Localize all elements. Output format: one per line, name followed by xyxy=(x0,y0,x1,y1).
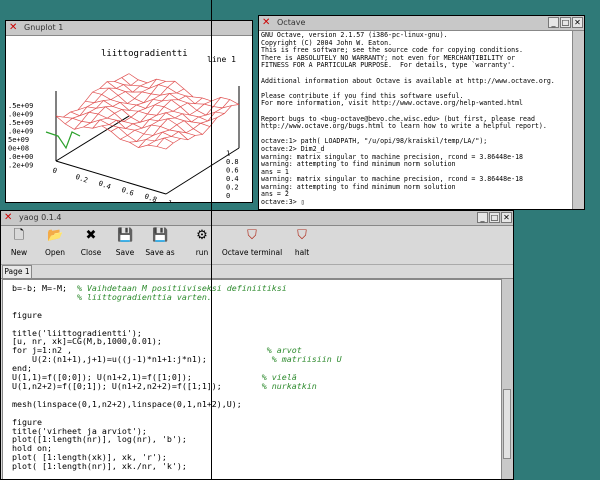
new-button[interactable]: 🗋 New xyxy=(6,228,32,262)
octave-window-title: Octave xyxy=(277,18,306,27)
x-tick-label: 0.6 xyxy=(120,186,135,198)
open-button[interactable]: 📂 Open xyxy=(41,228,69,262)
x-tick-label: 1 xyxy=(166,199,173,202)
gnuplot-window: ✕ Gnuplot 1 liittogradientti .5e+09.0e+0… xyxy=(5,20,253,203)
y-tick-label: .0e+00 xyxy=(8,153,33,161)
yaog-titlebar[interactable]: ✕ yaog 0.1.4 _ □ ✕ xyxy=(1,211,513,226)
code-line: U(2:(n1+1),j+1)=u((j-1)*n1+1:j*n1); % ma… xyxy=(12,355,342,364)
mesh-line xyxy=(156,99,231,147)
floppy-disk-icon: 💾 xyxy=(117,228,134,243)
x-tick-label: 0.2 xyxy=(74,173,89,185)
depth-tick-label: 0 xyxy=(226,192,230,200)
plot-title: liittogradientti xyxy=(101,49,188,59)
y-tick-label: .5e+09 xyxy=(8,119,33,127)
code-statement: U(1,n2+2)=f([0;1]); U(n1+2,n2+2)=f([1;1]… xyxy=(12,380,262,391)
halt-icon: ⛉ xyxy=(297,228,307,243)
terminal-line: Additional information about Octave is a… xyxy=(261,76,555,85)
terminal-line: warning: attempting to find minimum norm… xyxy=(261,160,456,169)
code-comment: % nurkatkin xyxy=(261,380,317,391)
terminal-line: FITNESS FOR A PARTICULAR PURPOSE. For de… xyxy=(261,61,516,70)
run-button[interactable]: ⚙ run xyxy=(191,228,213,262)
y-tick-label: 5e+09 xyxy=(8,136,29,144)
code-comment: % liittogradienttia varten. xyxy=(76,291,212,302)
save-button[interactable]: 💾 Save xyxy=(112,228,138,262)
depth-tick-label: 0.4 xyxy=(226,175,239,183)
x-tick-label: 0.4 xyxy=(97,179,112,191)
code-editor[interactable]: b=-b; M=-M; % Vaihdetaan M positiiviseks… xyxy=(2,279,502,479)
code-statement xyxy=(12,292,77,302)
depth-tick-label: 1 xyxy=(226,150,230,158)
x-tick-label: 0 xyxy=(51,166,58,175)
depth-tick-label: 0.6 xyxy=(226,167,239,175)
y-tick-label: 0e+08 xyxy=(8,145,29,153)
mesh-line xyxy=(114,81,225,116)
minimize-button[interactable]: _ xyxy=(477,212,488,223)
maximize-button[interactable]: □ xyxy=(560,17,571,28)
depth-tick-label: 0.2 xyxy=(226,184,239,192)
folder-open-icon: 📂 xyxy=(47,228,64,243)
halt-button[interactable]: ⛉ halt xyxy=(291,228,313,262)
gnuplot-window-title: Gnuplot 1 xyxy=(24,23,64,32)
yaog-window-title: yaog 0.1.4 xyxy=(19,213,62,222)
tab-bar: Page 1 xyxy=(1,265,513,279)
close-button[interactable]: ✕ xyxy=(501,212,512,223)
terminal-line: For more information, visit http://www.o… xyxy=(261,99,524,108)
y-tick-label: .2e+09 xyxy=(8,162,33,170)
x-logo-icon: ✕ xyxy=(9,22,18,33)
y-tick-label: .5e+09 xyxy=(8,102,33,110)
minimize-button[interactable]: _ xyxy=(548,17,559,28)
yaog-window: ✕ yaog 0.1.4 _ □ ✕ 🗋 New 📂 Open ✖ Close … xyxy=(0,210,514,480)
octave-titlebar[interactable]: ✕ Octave _ □ ✕ xyxy=(259,16,584,31)
close-file-button[interactable]: ✖ Close xyxy=(77,228,105,262)
new-file-icon: 🗋 xyxy=(13,228,25,243)
gnuplot-titlebar[interactable]: ✕ Gnuplot 1 xyxy=(6,21,252,36)
code-line: plot( [1:length(nr)], xk./nr, 'k'); xyxy=(12,462,342,471)
window-divider-line xyxy=(211,0,212,480)
depth-tick-label: 0.8 xyxy=(226,158,239,166)
x-logo-icon: ✕ xyxy=(4,212,13,223)
mesh-underside xyxy=(45,131,81,150)
code-line: plot([1:length(nr)], log(nr), 'b'); xyxy=(12,435,342,444)
octave-logo-icon: ⛉ xyxy=(247,228,257,243)
mesh-line xyxy=(165,104,240,150)
terminal-line: octave:3> ▯ xyxy=(261,198,305,207)
code-statement: plot( [1:length(nr)], xk./nr, 'k'); xyxy=(12,461,187,472)
code-line: figure xyxy=(12,310,342,320)
code-statement: mesh(linspace(0,1,n2+2),linspace(0,1,n1+… xyxy=(12,398,242,409)
code-text[interactable]: b=-b; M=-M; % Vaihdetaan M positiiviseks… xyxy=(12,284,342,471)
terminal-line: ans = 2 xyxy=(261,190,289,199)
tab-page-1[interactable]: Page 1 xyxy=(2,265,32,278)
toolbar: 🗋 New 📂 Open ✖ Close 💾 Save 💾 Save as ⚙ … xyxy=(1,226,513,265)
y-tick-label: .0e+09 xyxy=(8,111,33,119)
code-statement: U(2:(n1+1),j+1)=u((j-1)*n1+1:j*n1); xyxy=(12,354,272,365)
code-line: mesh(linspace(0,1,n2+2),linspace(0,1,n1+… xyxy=(12,398,342,409)
terminal-line: http://www.octave.org/bugs.html to learn… xyxy=(261,122,547,131)
mesh-line xyxy=(120,95,194,140)
code-line: % liittogradienttia varten. xyxy=(12,291,342,302)
octave-scrollbar[interactable] xyxy=(572,31,584,209)
x-logo-icon: ✕ xyxy=(262,17,271,28)
editor-scrollbar[interactable] xyxy=(501,279,513,479)
mesh-line xyxy=(138,100,212,148)
editor-scroll-thumb[interactable] xyxy=(503,389,511,459)
terminal-line: warning: attempting to find minimum norm… xyxy=(261,182,456,191)
maximize-button[interactable]: □ xyxy=(489,212,500,223)
save-as-button[interactable]: 💾 Save as xyxy=(144,228,176,262)
code-comment: % matriisiin U xyxy=(271,354,342,365)
x-tick-label: 0.8 xyxy=(143,192,158,202)
close-button[interactable]: ✕ xyxy=(572,17,583,28)
octave-terminal-button[interactable]: ⛉ Octave terminal xyxy=(221,228,283,262)
y-tick-label: .0e+09 xyxy=(8,128,33,136)
code-line: U(1,n2+2)=f([0;1]); U(n1+2,n2+2)=f([1;1]… xyxy=(12,382,342,391)
gears-icon: ⚙ xyxy=(196,228,208,243)
close-icon: ✖ xyxy=(85,228,97,243)
octave-terminal-output[interactable]: GNU Octave, version 2.1.57 (i386-pc-linu… xyxy=(261,31,571,208)
floppy-disk-save-as-icon: 💾 xyxy=(152,228,169,243)
octave-window: ✕ Octave _ □ ✕ GNU Octave, version 2.1.5… xyxy=(258,15,585,210)
